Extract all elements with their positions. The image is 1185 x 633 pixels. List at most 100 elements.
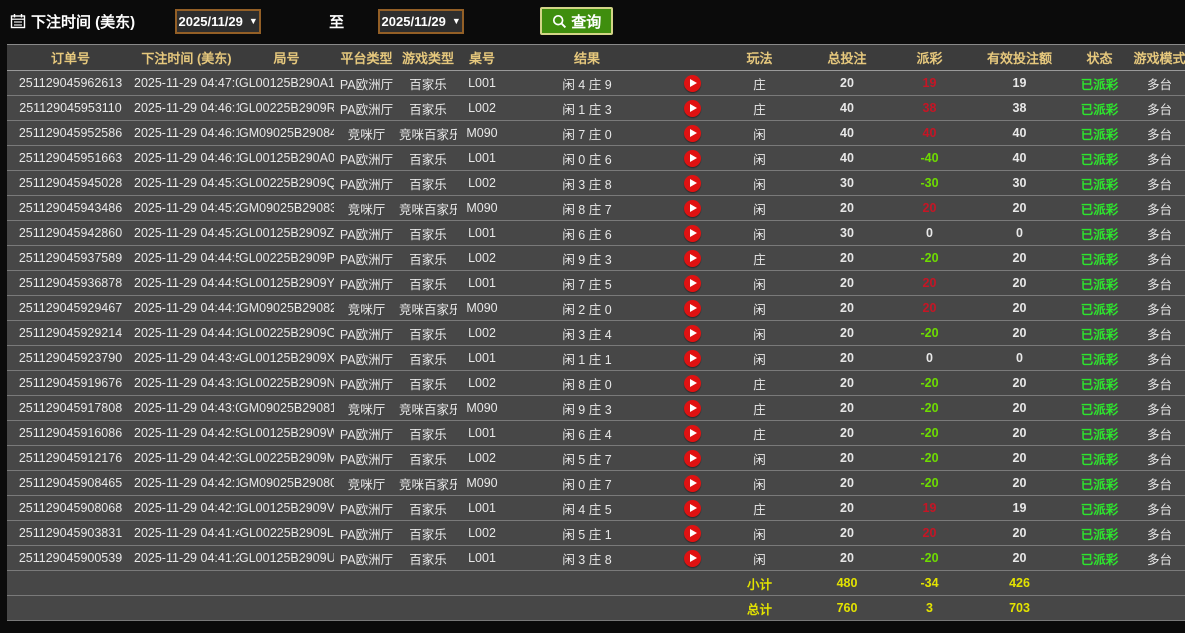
cell-mode: 多台	[1127, 471, 1185, 496]
play-video-icon[interactable]	[684, 325, 701, 342]
cell-order: 251129045936878	[7, 271, 134, 296]
cell-bet_type: 闲	[717, 171, 802, 196]
cell-payout: 0	[892, 221, 967, 246]
table-row: 2511290459626132025-11-29 04:47:08GL0012…	[7, 71, 1185, 96]
cell-bet_type: 闲	[717, 296, 802, 321]
cell-total: 20	[802, 71, 892, 96]
play-video-icon[interactable]	[684, 550, 701, 567]
play-video-icon[interactable]	[684, 350, 701, 367]
play-video-icon[interactable]	[684, 525, 701, 542]
play-video-icon[interactable]	[684, 200, 701, 217]
cell-game: 百家乐	[399, 221, 457, 246]
cell-game: 竞咪百家乐	[399, 396, 457, 421]
cell-valid: 0	[967, 346, 1072, 371]
column-header-12: 状态	[1072, 45, 1127, 71]
cell-valid: 20	[967, 471, 1072, 496]
bet-records-table-wrap: 订单号下注时间 (美东)局号平台类型游戏类型桌号结果玩法总投注派彩有效投注额状态…	[7, 44, 1185, 621]
cell-status: 已派彩	[1072, 246, 1127, 271]
table-row: 2511290459450282025-11-29 04:45:37GL0022…	[7, 171, 1185, 196]
cell-time: 2025-11-29 04:43:17	[134, 371, 239, 396]
play-video-icon[interactable]	[684, 100, 701, 117]
empty-cell	[7, 596, 134, 621]
cell-mode: 多台	[1127, 421, 1185, 446]
cell-order: 251129045912176	[7, 446, 134, 471]
play-video-cell	[667, 421, 717, 446]
cell-status: 已派彩	[1072, 421, 1127, 446]
filter-bar: 下注时间 (美东) 2025/11/29 ▼ 至 2025/11/29 ▼ 查询	[0, 0, 1185, 42]
cell-result: 闲 4 庄 9	[507, 71, 667, 96]
cell-status: 已派彩	[1072, 346, 1127, 371]
cell-total: 30	[802, 171, 892, 196]
play-video-cell	[667, 271, 717, 296]
cell-valid: 20	[967, 371, 1072, 396]
empty-cell	[334, 596, 399, 621]
cell-payout: -20	[892, 471, 967, 496]
cell-result: 闲 6 庄 4	[507, 421, 667, 446]
cell-valid: 40	[967, 121, 1072, 146]
play-video-cell	[667, 96, 717, 121]
cell-status: 已派彩	[1072, 546, 1127, 571]
cell-payout: -20	[892, 246, 967, 271]
cell-mode: 多台	[1127, 146, 1185, 171]
table-row: 2511290459005392025-11-29 04:41:27GL0012…	[7, 546, 1185, 571]
cell-status: 已派彩	[1072, 321, 1127, 346]
cell-game: 百家乐	[399, 321, 457, 346]
cell-result: 闲 7 庄 5	[507, 271, 667, 296]
table-row: 2511290459516632025-11-29 04:46:12GL0012…	[7, 146, 1185, 171]
cell-result: 闲 1 庄 1	[507, 346, 667, 371]
cell-status: 已派彩	[1072, 471, 1127, 496]
play-video-icon[interactable]	[684, 125, 701, 142]
cell-result: 闲 5 庄 7	[507, 446, 667, 471]
cell-status: 已派彩	[1072, 121, 1127, 146]
empty-cell	[1072, 571, 1127, 596]
cell-total: 40	[802, 96, 892, 121]
cell-order: 251129045945028	[7, 171, 134, 196]
date-to-select[interactable]: 2025/11/29 ▼	[378, 9, 464, 34]
query-button[interactable]: 查询	[540, 7, 613, 35]
play-video-icon[interactable]	[684, 175, 701, 192]
cell-mode: 多台	[1127, 96, 1185, 121]
play-video-icon[interactable]	[684, 425, 701, 442]
cell-payout: -20	[892, 421, 967, 446]
cell-round: GL00225B2909M	[239, 446, 334, 471]
cell-valid: 20	[967, 521, 1072, 546]
cell-time: 2025-11-29 04:45:37	[134, 171, 239, 196]
column-header-2: 局号	[239, 45, 334, 71]
date-from-value: 2025/11/29	[179, 14, 243, 29]
cell-status: 已派彩	[1072, 496, 1127, 521]
column-header-4: 游戏类型	[399, 45, 457, 71]
play-video-icon[interactable]	[684, 475, 701, 492]
cell-order: 251129045929214	[7, 321, 134, 346]
date-from-select[interactable]: 2025/11/29 ▼	[175, 9, 261, 34]
cell-payout: 20	[892, 296, 967, 321]
cell-result: 闲 9 庄 3	[507, 246, 667, 271]
cell-status: 已派彩	[1072, 146, 1127, 171]
play-video-icon[interactable]	[684, 450, 701, 467]
subtotal-row: 小计480-34426	[7, 571, 1185, 596]
play-video-icon[interactable]	[684, 275, 701, 292]
cell-platform: PA欧洲厅	[334, 546, 399, 571]
empty-cell	[7, 571, 134, 596]
cell-status: 已派彩	[1072, 296, 1127, 321]
play-video-icon[interactable]	[684, 225, 701, 242]
play-video-icon[interactable]	[684, 250, 701, 267]
play-video-icon[interactable]	[684, 150, 701, 167]
cell-result: 闲 3 庄 8	[507, 546, 667, 571]
play-video-icon[interactable]	[684, 75, 701, 92]
calendar-icon	[10, 13, 26, 29]
cell-table_no: L001	[457, 146, 507, 171]
cell-valid: 20	[967, 196, 1072, 221]
cell-bet_type: 闲	[717, 221, 802, 246]
play-video-icon[interactable]	[684, 300, 701, 317]
cell-order: 251129045903831	[7, 521, 134, 546]
play-video-icon[interactable]	[684, 375, 701, 392]
cell-total: 20	[802, 421, 892, 446]
empty-cell	[134, 571, 239, 596]
table-row: 2511290459121762025-11-29 04:42:34GL0022…	[7, 446, 1185, 471]
play-video-icon[interactable]	[684, 400, 701, 417]
column-header-0: 订单号	[7, 45, 134, 71]
cell-round: GL00225B2909R	[239, 96, 334, 121]
cell-table_no: L002	[457, 96, 507, 121]
play-video-cell	[667, 546, 717, 571]
play-video-icon[interactable]	[684, 500, 701, 517]
